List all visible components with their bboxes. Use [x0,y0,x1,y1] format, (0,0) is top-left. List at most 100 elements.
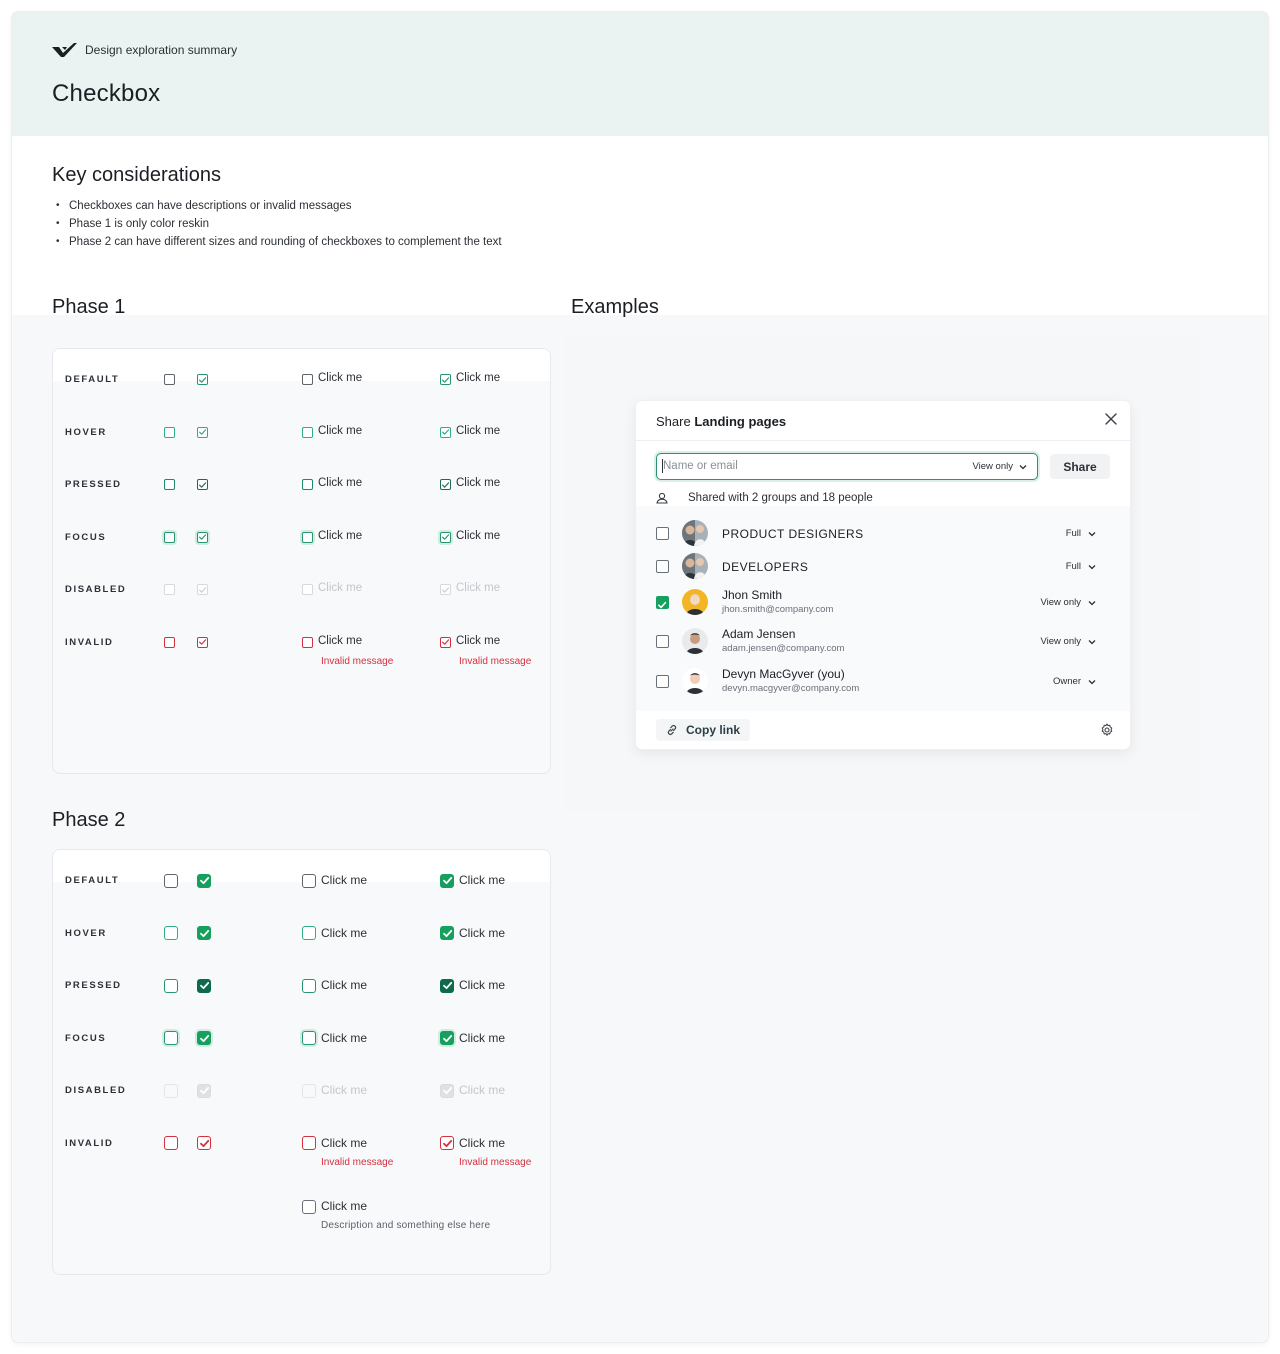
checkbox-checked[interactable] [440,426,451,438]
checkbox-unchecked[interactable] [164,873,178,888]
permission-select-value: View only [972,461,1014,472]
share-button[interactable]: Share [1050,454,1110,479]
checkbox-unchecked[interactable] [302,1031,316,1045]
state-label: DEFAULT [65,374,120,385]
role-select[interactable]: Full [1066,561,1096,572]
state-label: DISABLED [65,1085,127,1096]
gear-icon[interactable] [1100,723,1114,737]
checkbox-checked[interactable] [656,596,669,609]
avatar [682,589,708,615]
role-select[interactable]: Full [1066,528,1096,539]
invalid-message: Invalid message [459,655,532,667]
checkbox-label: Click me [318,372,363,384]
copy-link-label: Copy link [686,723,741,737]
checkbox-unchecked[interactable] [164,426,175,438]
checkbox-unchecked[interactable] [302,873,316,888]
checkbox-checked[interactable] [440,531,451,543]
divider [636,440,1130,441]
avatar [682,628,708,654]
checkbox-unchecked[interactable] [164,636,175,648]
checkbox-unchecked[interactable] [302,479,313,490]
checkbox-unchecked[interactable] [164,1031,178,1045]
checkbox-checked[interactable] [440,926,454,940]
state-label: DEFAULT [65,875,120,886]
people-row: Devyn MacGyver (you) devyn.macgyver@compa… [636,664,1130,700]
checkbox-unchecked[interactable] [302,374,313,385]
dialog-title-prefix: Share [656,414,691,429]
checkbox-checked[interactable] [197,1136,211,1150]
checkbox-unchecked[interactable] [656,635,669,648]
checkbox-checked[interactable] [440,1031,454,1045]
checkbox-checked[interactable] [440,978,454,993]
checkmark-icon [442,639,450,645]
checkbox-checked[interactable] [197,1031,211,1045]
state-row-pressed: PRESSED Click me Click me [53,459,550,499]
checkbox-unchecked[interactable] [164,1136,178,1150]
checkbox-checked[interactable] [197,531,208,543]
search-input[interactable]: Name or email View only [656,453,1038,480]
checkbox-unchecked[interactable] [302,926,316,940]
role-select[interactable]: Owner [1053,676,1096,687]
link-icon [667,725,677,735]
state-row-hover: HOVER Click me Click me [53,407,550,447]
checkmark-icon [199,1139,209,1147]
state-label: PRESSED [65,980,122,991]
checkmark-icon [442,1139,452,1147]
checkbox-unchecked[interactable] [164,978,178,993]
checkbox-checked[interactable] [197,926,211,940]
description-example-row: Click me Description and something else h… [53,1187,550,1231]
phase1-panel: DEFAULT Click me Click me HOVER Click me Clic… [52,348,551,774]
role-select-value: View only [1040,597,1082,608]
checkbox-unchecked[interactable] [302,636,313,648]
checkbox-unchecked[interactable] [302,426,313,438]
state-label: FOCUS [65,1032,107,1044]
checkmark-icon [199,929,209,937]
checkbox-checked[interactable] [440,374,451,385]
permission-select[interactable]: View only [973,461,1028,472]
checkmark-icon [199,876,209,885]
person-name: Devyn MacGyver (you) [722,667,845,681]
checkbox-checked[interactable] [197,873,211,888]
role-select[interactable]: View only [1041,597,1097,608]
checkbox-unchecked[interactable] [656,527,669,540]
checkbox-checked[interactable] [440,1136,454,1150]
checkbox-unchecked[interactable] [302,978,316,993]
checkbox-unchecked[interactable] [656,560,669,573]
checkbox-label: Click me [321,1030,368,1045]
checkbox-checked[interactable] [197,636,208,648]
close-icon[interactable] [1104,412,1118,426]
copy-link-button[interactable]: Copy link [656,719,751,741]
checkbox-unchecked[interactable] [302,1200,316,1214]
role-select-value: Owner [1053,676,1081,687]
state-label: PRESSED [65,479,122,490]
checkmark-icon [442,1086,452,1095]
role-select-value: View only [1040,636,1082,647]
checkbox-unchecked [302,584,313,595]
checkbox-unchecked[interactable] [164,926,178,940]
checkbox-checked[interactable] [440,479,451,490]
checkbox-label: Click me [459,925,506,940]
checkmark-icon [442,929,452,937]
checkbox-unchecked[interactable] [302,531,313,543]
people-list: PRODUCT DESIGNERS Full DEVELOPERS Full Jhon … [636,506,1130,711]
checkmark-icon [658,601,667,609]
checkbox-unchecked[interactable] [656,675,669,688]
checkbox-label: Click me [459,1083,506,1097]
people-icon [656,492,668,504]
checkbox-checked[interactable] [197,374,208,385]
role-select[interactable]: View only [1041,636,1097,647]
checkbox-checked[interactable] [197,978,211,993]
checkbox-label: Click me [459,978,506,992]
checkmark-icon [199,1086,209,1095]
checkbox-checked[interactable] [440,636,451,648]
checkbox-unchecked[interactable] [164,479,175,490]
checkbox-checked[interactable] [197,479,208,490]
checkbox-unchecked[interactable] [164,531,175,543]
brand-name: Design exploration summary [85,43,238,57]
checkbox-checked[interactable] [197,426,208,438]
checkbox-unchecked[interactable] [164,374,175,385]
chevron-down-icon [1088,531,1096,536]
checkbox-label: Click me [321,925,368,940]
checkbox-unchecked[interactable] [302,1136,316,1150]
checkbox-checked[interactable] [440,873,454,888]
